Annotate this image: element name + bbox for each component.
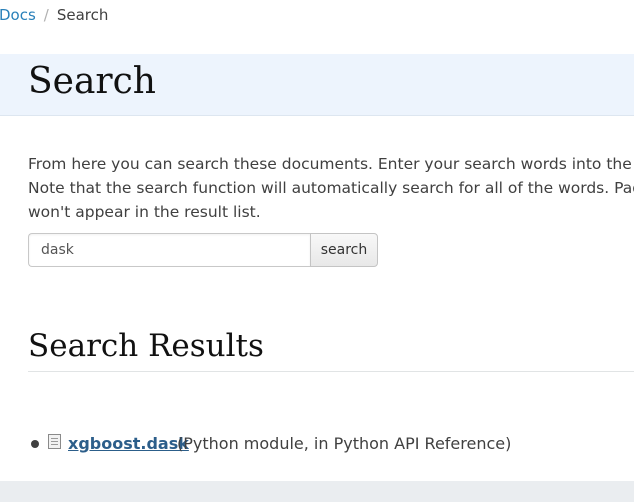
intro-line-1: From here you can search these documents… [28, 155, 634, 173]
search-input[interactable] [28, 233, 310, 267]
bullet-icon [31, 440, 39, 448]
footer-band [0, 481, 634, 502]
search-form: search [28, 233, 378, 267]
intro-line-3: won't appear in the result list. [28, 203, 261, 221]
breadcrumb-separator: / [43, 6, 49, 24]
page-title: Search [28, 61, 156, 102]
results-divider [28, 371, 634, 372]
intro-line-2: Note that the search function will autom… [28, 179, 634, 197]
search-button[interactable]: search [310, 233, 378, 267]
intro-text: From here you can search these documents… [28, 152, 634, 224]
breadcrumb: Docs / Search [0, 5, 108, 25]
result-link[interactable]: xgboost.dask [68, 432, 189, 456]
file-icon [48, 434, 61, 449]
results-heading: Search Results [28, 328, 264, 364]
result-context: (Python module, in Python API Reference) [177, 434, 512, 453]
breadcrumb-docs-link[interactable]: Docs [0, 6, 36, 24]
breadcrumb-current: Search [56, 6, 109, 24]
